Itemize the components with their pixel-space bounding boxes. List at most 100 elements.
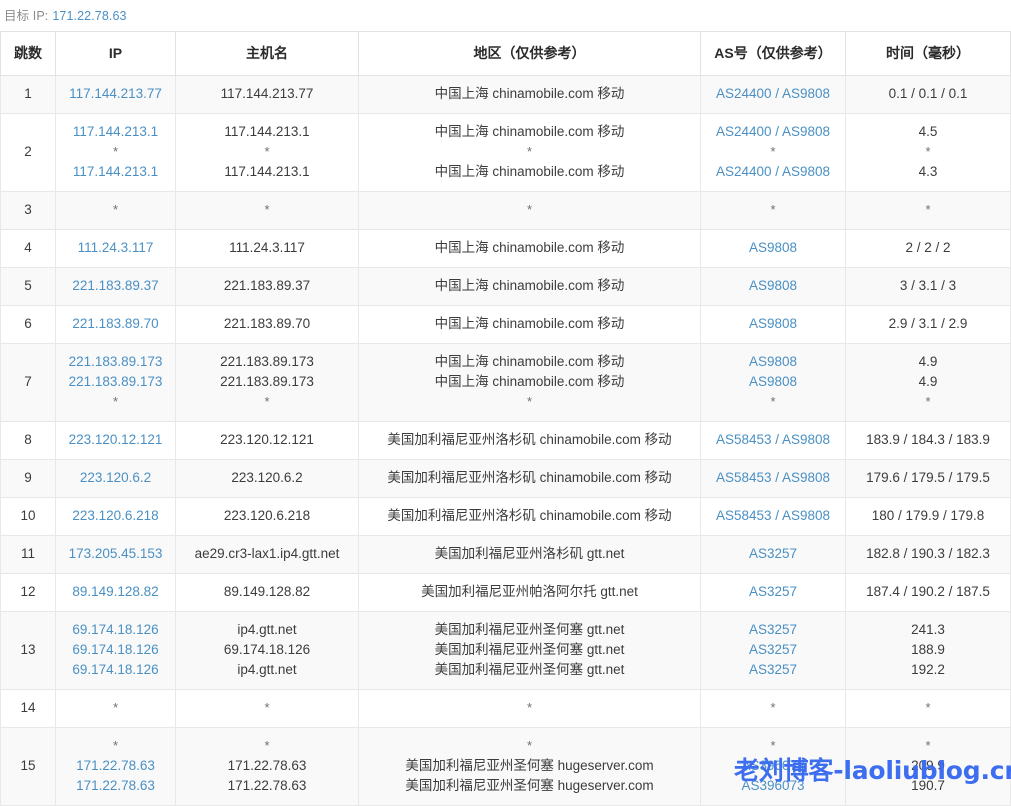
table-body: 1117.144.213.77117.144.213.77中国上海 chinam… — [1, 76, 1011, 806]
cell-hostname: 221.183.89.173221.183.89.173* — [176, 344, 359, 422]
cell-hostname-text: 171.22.78.63 — [180, 756, 354, 776]
cell-time-no-response: * — [850, 142, 1006, 162]
cell-hostname-text: 221.183.89.37 — [180, 276, 354, 296]
cell-ip-link[interactable]: 223.120.12.121 — [60, 430, 171, 450]
cell-region: 美国加利福尼亚州洛杉矶 gtt.net — [359, 536, 701, 574]
cell-hop: 9 — [1, 460, 56, 498]
cell-ip-link[interactable]: 221.183.89.37 — [60, 276, 171, 296]
cell-ip-link[interactable]: 171.22.78.63 — [60, 776, 171, 796]
cell-asn: AS24400 / AS9808 — [701, 76, 846, 114]
cell-asn-link[interactable]: AS58453 / AS9808 — [705, 430, 841, 450]
cell-hostname-text: 117.144.213.1 — [180, 122, 354, 142]
column-header-region: 地区（仅供参考） — [359, 32, 701, 76]
cell-asn-link[interactable]: AS9808 — [705, 314, 841, 334]
cell-time-text: 187.4 / 190.2 / 187.5 — [850, 582, 1006, 602]
cell-ip-link[interactable]: 117.144.213.1 — [60, 162, 171, 182]
cell-hostname-no-response: * — [180, 736, 354, 756]
cell-ip-link[interactable]: 223.120.6.218 — [60, 506, 171, 526]
cell-region-no-response: * — [363, 142, 696, 162]
cell-region-text: 中国上海 chinamobile.com 移动 — [363, 162, 696, 182]
cell-ip: 117.144.213.77 — [56, 76, 176, 114]
cell-asn-link[interactable]: AS3257 — [705, 660, 841, 680]
cell-region-text: 中国上海 chinamobile.com 移动 — [363, 84, 696, 104]
table-row: 1289.149.128.8289.149.128.82美国加利福尼亚州帕洛阿尔… — [1, 574, 1011, 612]
cell-ip-link[interactable]: 171.22.78.63 — [60, 756, 171, 776]
cell-hostname-text: 89.149.128.82 — [180, 582, 354, 602]
cell-time: 4.5*4.3 — [846, 114, 1011, 192]
cell-asn-link[interactable]: AS58453 / AS9808 — [705, 468, 841, 488]
cell-asn-link[interactable]: AS9808 — [705, 372, 841, 392]
cell-ip-link[interactable]: 221.183.89.70 — [60, 314, 171, 334]
table-row: 10223.120.6.218223.120.6.218美国加利福尼亚州洛杉矶 … — [1, 498, 1011, 536]
cell-time-no-response: * — [850, 736, 1006, 756]
table-row: 11173.205.45.153ae29.cr3-lax1.ip4.gtt.ne… — [1, 536, 1011, 574]
cell-hostname: 89.149.128.82 — [176, 574, 359, 612]
cell-hop: 15 — [1, 728, 56, 806]
cell-asn-link[interactable]: AS3257 — [705, 620, 841, 640]
cell-hostname-text: 171.22.78.63 — [180, 776, 354, 796]
cell-hostname-text: 221.183.89.70 — [180, 314, 354, 334]
cell-hostname-text: ip4.gtt.net — [180, 620, 354, 640]
cell-asn: AS58453 / AS9808 — [701, 460, 846, 498]
cell-ip-link[interactable]: 69.174.18.126 — [60, 660, 171, 680]
cell-ip-link[interactable]: 69.174.18.126 — [60, 620, 171, 640]
cell-time-text: 2.9 / 3.1 / 2.9 — [850, 314, 1006, 334]
cell-asn-link[interactable]: AS3257 — [705, 582, 841, 602]
cell-ip: 223.120.6.218 — [56, 498, 176, 536]
table-row: 14***** — [1, 690, 1011, 728]
cell-ip-link[interactable]: 223.120.6.2 — [60, 468, 171, 488]
cell-ip-no-response: * — [60, 142, 171, 162]
cell-asn-link[interactable]: AS24400 / AS9808 — [705, 162, 841, 182]
cell-asn-link[interactable]: AS9808 — [705, 352, 841, 372]
cell-time-text: 188.9 — [850, 640, 1006, 660]
cell-asn: * — [701, 192, 846, 230]
cell-asn-link[interactable]: AS24400 / AS9808 — [705, 84, 841, 104]
target-ip-value[interactable]: 171.22.78.63 — [52, 9, 126, 23]
cell-asn-link[interactable]: AS396073 — [705, 756, 841, 776]
cell-asn: AS3257AS3257AS3257 — [701, 612, 846, 690]
cell-asn-link[interactable]: AS3257 — [705, 544, 841, 564]
cell-hostname-text: 223.120.6.2 — [180, 468, 354, 488]
cell-asn: AS58453 / AS9808 — [701, 422, 846, 460]
cell-asn-link[interactable]: AS9808 — [705, 276, 841, 296]
cell-asn-link[interactable]: AS396073 — [705, 776, 841, 796]
cell-ip-link[interactable]: 89.149.128.82 — [60, 582, 171, 602]
cell-region: 中国上海 chinamobile.com 移动*中国上海 chinamobile… — [359, 114, 701, 192]
cell-hostname-text: 117.144.213.1 — [180, 162, 354, 182]
cell-region: 美国加利福尼亚州洛杉矶 chinamobile.com 移动 — [359, 498, 701, 536]
cell-asn-link[interactable]: AS3257 — [705, 640, 841, 660]
cell-ip: 173.205.45.153 — [56, 536, 176, 574]
cell-hostname: * — [176, 192, 359, 230]
cell-hostname: 117.144.213.77 — [176, 76, 359, 114]
cell-region: 美国加利福尼亚州圣何塞 gtt.net美国加利福尼亚州圣何塞 gtt.net美国… — [359, 612, 701, 690]
cell-asn-link[interactable]: AS24400 / AS9808 — [705, 122, 841, 142]
table-head: 跳数 IP 主机名 地区（仅供参考） AS号（仅供参考） 时间（毫秒） — [1, 32, 1011, 76]
column-header-ip: IP — [56, 32, 176, 76]
cell-ip-link[interactable]: 117.144.213.77 — [60, 84, 171, 104]
cell-region-text: 中国上海 chinamobile.com 移动 — [363, 122, 696, 142]
cell-region: 中国上海 chinamobile.com 移动 — [359, 76, 701, 114]
cell-asn-link[interactable]: AS58453 / AS9808 — [705, 506, 841, 526]
cell-ip-link[interactable]: 117.144.213.1 — [60, 122, 171, 142]
cell-region-text: 美国加利福尼亚州圣何塞 gtt.net — [363, 660, 696, 680]
cell-ip-link[interactable]: 173.205.45.153 — [60, 544, 171, 564]
cell-region-no-response: * — [363, 200, 696, 220]
cell-ip: *171.22.78.63171.22.78.63 — [56, 728, 176, 806]
cell-region-text: 美国加利福尼亚州洛杉矶 gtt.net — [363, 544, 696, 564]
cell-region: 中国上海 chinamobile.com 移动 — [359, 268, 701, 306]
cell-time: 179.6 / 179.5 / 179.5 — [846, 460, 1011, 498]
cell-ip-link[interactable]: 221.183.89.173 — [60, 352, 171, 372]
cell-asn-link[interactable]: AS9808 — [705, 238, 841, 258]
cell-ip-link[interactable]: 111.24.3.117 — [60, 238, 171, 258]
cell-time-no-response: * — [850, 200, 1006, 220]
cell-ip-link[interactable]: 221.183.89.173 — [60, 372, 171, 392]
cell-asn-no-response: * — [705, 142, 841, 162]
table-row: 4111.24.3.117111.24.3.117中国上海 chinamobil… — [1, 230, 1011, 268]
cell-time: 182.8 / 190.3 / 182.3 — [846, 536, 1011, 574]
cell-hostname-text: ip4.gtt.net — [180, 660, 354, 680]
cell-region: 美国加利福尼亚州帕洛阿尔托 gtt.net — [359, 574, 701, 612]
table-row: 2117.144.213.1*117.144.213.1117.144.213.… — [1, 114, 1011, 192]
cell-asn: AS3257 — [701, 536, 846, 574]
cell-ip: * — [56, 192, 176, 230]
cell-ip-link[interactable]: 69.174.18.126 — [60, 640, 171, 660]
